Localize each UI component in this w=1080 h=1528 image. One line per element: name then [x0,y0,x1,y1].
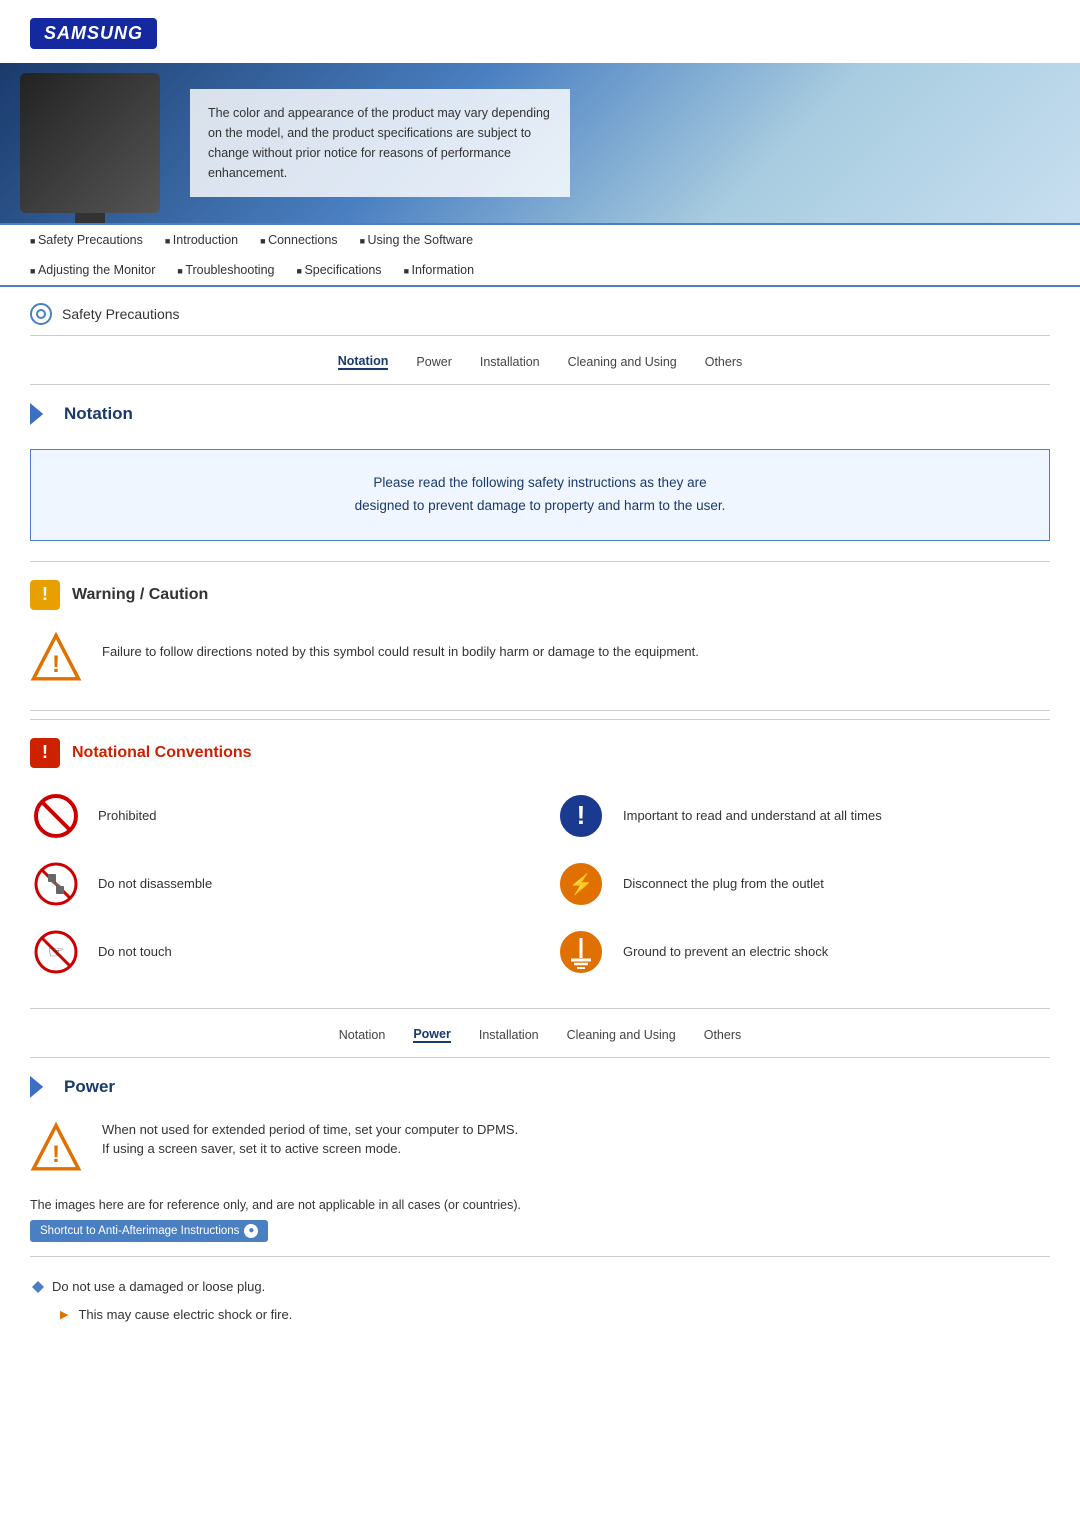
prohibited-icon [30,790,82,842]
hero-text: The color and appearance of the product … [190,89,570,197]
svg-text:!: ! [52,1141,60,1168]
nav-row-1: Safety Precautions Introduction Connecti… [30,225,1050,255]
nav-item-safety[interactable]: Safety Precautions [30,225,165,255]
convention-prohibited: Prohibited [30,790,525,842]
no-disassemble-label: Do not disassemble [98,876,212,891]
reference-text: The images here are for reference only, … [30,1188,1050,1220]
header: SAMSUNG [0,0,1080,63]
tab-notation-2[interactable]: Notation [339,1028,386,1042]
svg-text:!: ! [52,651,60,678]
nav-item-connections[interactable]: Connections [260,225,359,255]
prohibited-label: Prohibited [98,808,157,823]
notation-heading: Notation [30,385,1050,439]
tab-power-2[interactable]: Power [413,1027,451,1043]
conventions-title: Notational Conventions [72,744,252,762]
power-title: Power [64,1077,115,1097]
info-line-1: Please read the following safety instruc… [61,472,1019,495]
svg-text:⚡: ⚡ [569,872,594,896]
convention-important: ! Important to read and understand at al… [555,790,1050,842]
no-touch-label: Do not touch [98,944,172,959]
info-line-2: designed to prevent damage to property a… [61,495,1019,518]
nav-item-information[interactable]: Information [404,255,496,285]
divider-1 [30,710,1050,711]
main-content: Safety Precautions Notation Power Instal… [0,287,1080,1326]
power-body-text: When not used for extended period of tim… [102,1122,518,1156]
convention-disconnect: ⚡ Disconnect the plug from the outlet [555,858,1050,910]
tab-nav-1: Notation Power Installation Cleaning and… [30,336,1050,385]
convention-no-touch: ☞ Do not touch [30,926,525,978]
list-secondary-text: This may cause electric shock or fire. [78,1307,292,1322]
nav-item-troubleshooting[interactable]: Troubleshooting [177,255,296,285]
tab-others-1[interactable]: Others [705,355,743,369]
notation-title: Notation [64,404,133,424]
conventions-grid: Prohibited ! Important to read and under… [30,780,1050,998]
nav-item-intro[interactable]: Introduction [165,225,260,255]
warning-heading: ! Warning / Caution [30,561,1050,622]
warning-title: Warning / Caution [72,586,208,604]
section-title: Safety Precautions [62,306,180,322]
nav-bar: Safety Precautions Introduction Connecti… [0,223,1080,287]
disconnect-label: Disconnect the plug from the outlet [623,876,824,891]
nav-item-software[interactable]: Using the Software [360,225,496,255]
red-warning-icon: ! [30,738,60,768]
warning-body-text: Failure to follow directions noted by th… [102,632,699,663]
list-primary-text: Do not use a damaged or loose plug. [52,1279,265,1294]
tab-cleaning-1[interactable]: Cleaning and Using [568,355,677,369]
important-icon: ! [555,790,607,842]
tab-nav-2: Notation Power Installation Cleaning and… [30,1008,1050,1058]
list-primary-item: Do not use a damaged or loose plug. [30,1271,1050,1303]
warning-body: ! Failure to follow directions noted by … [30,622,1050,702]
list-section: Do not use a damaged or loose plug. ▶ Th… [30,1256,1050,1326]
info-box: Please read the following safety instruc… [30,449,1050,541]
tab-installation-2[interactable]: Installation [479,1028,539,1042]
shortcut-circle-icon: ● [244,1224,258,1238]
list-secondary-item: ▶ This may cause electric shock or fire. [30,1303,1050,1326]
shortcut-button-label: Shortcut to Anti-Afterimage Instructions [40,1225,239,1237]
monitor-image [20,73,160,213]
nav-item-specifications[interactable]: Specifications [297,255,404,285]
no-disassemble-icon [30,858,82,910]
power-blue-arrow-icon [30,1076,52,1098]
circle-icon [30,303,52,325]
hero-banner: The color and appearance of the product … [0,63,1080,223]
disconnect-icon: ⚡ [555,858,607,910]
tab-power-1[interactable]: Power [416,355,451,369]
power-caution-icon: ! [30,1122,82,1174]
convention-ground: Ground to prevent an electric shock [555,926,1050,978]
power-body: ! When not used for extended period of t… [30,1112,1050,1188]
blue-arrow-icon [30,403,52,425]
ground-label: Ground to prevent an electric shock [623,944,828,959]
important-label: Important to read and understand at all … [623,808,882,823]
power-heading: Power [30,1058,1050,1112]
caution-triangle-icon: ! [30,632,82,684]
nav-item-adjusting[interactable]: Adjusting the Monitor [30,255,177,285]
no-touch-icon: ☞ [30,926,82,978]
list-blue-square-icon [30,1279,46,1295]
list-arrow-icon: ▶ [60,1308,68,1321]
svg-text:!: ! [577,800,586,830]
tab-notation-1[interactable]: Notation [338,354,389,370]
section-header-bar: Safety Precautions [30,287,1050,336]
warning-icon: ! [30,580,60,610]
svg-text:☞: ☞ [48,942,64,962]
ground-icon [555,926,607,978]
shortcut-button[interactable]: Shortcut to Anti-Afterimage Instructions… [30,1220,268,1242]
tab-cleaning-2[interactable]: Cleaning and Using [567,1028,676,1042]
tab-installation-1[interactable]: Installation [480,355,540,369]
convention-no-disassemble: Do not disassemble [30,858,525,910]
nav-row-2: Adjusting the Monitor Troubleshooting Sp… [30,255,1050,285]
conventions-heading: ! Notational Conventions [30,719,1050,780]
samsung-logo: SAMSUNG [30,18,157,49]
tab-others-2[interactable]: Others [704,1028,742,1042]
